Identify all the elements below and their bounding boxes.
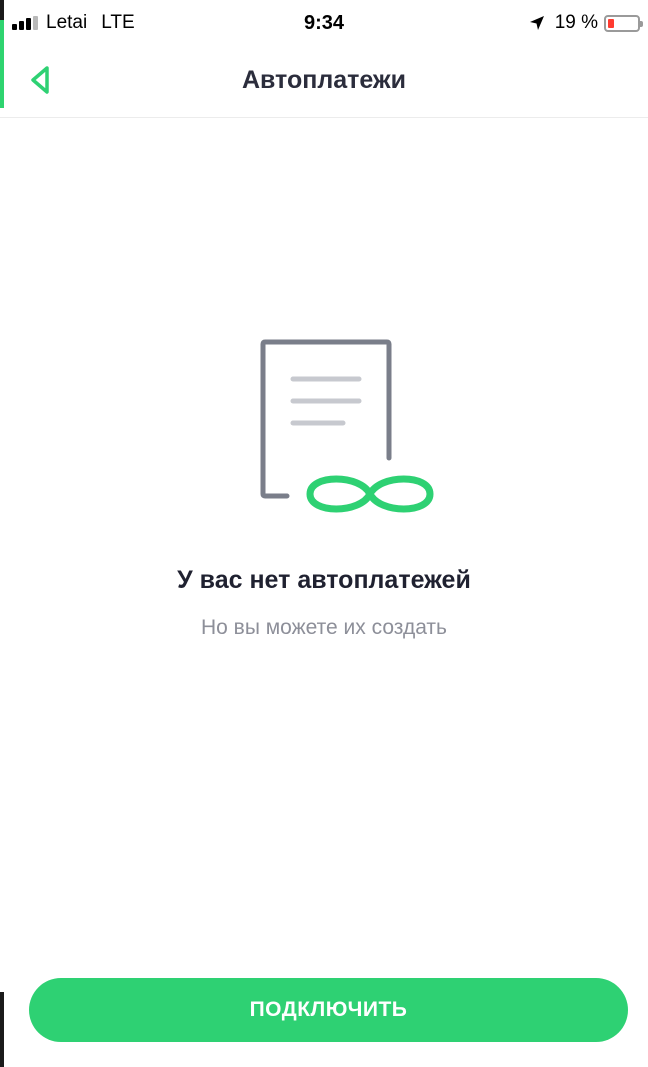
battery-nub [640,20,643,27]
location-arrow-icon [529,15,545,31]
status-bar: Letai LTE 9:34 19 % [0,0,648,46]
battery-icon [604,14,643,32]
empty-state-subtitle: Но вы можете их создать [200,616,447,639]
battery-percent: 19 % [554,12,598,33]
connect-button[interactable]: ПОДКЛЮЧИТЬ [29,978,628,1042]
battery-level [608,18,614,28]
empty-state-title: У вас нет автоплатежей [177,566,471,594]
status-bar-right: 19 % [529,12,643,34]
document-infinity-icon [260,339,434,513]
page-title: Автоплатежи [241,66,407,94]
nav-bar: Автоплатежи [0,46,648,118]
edge-bottom [0,992,4,1067]
screen: Letai LTE 9:34 19 % Автоплатежи У вас не… [0,0,648,1067]
